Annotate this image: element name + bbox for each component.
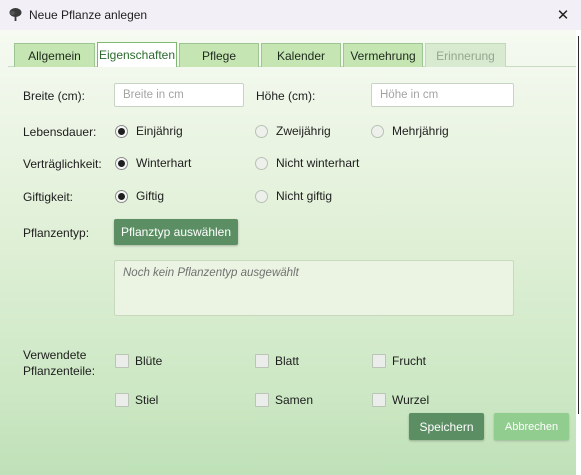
radio-mehrjaehrig[interactable]: Mehrjährig [371,124,449,138]
tab-bar: Allgemein Eigenschaften Pflege Kalender … [8,39,576,67]
tab-vermehrung[interactable]: Vermehrung [343,43,423,67]
checkbox-icon [372,393,386,407]
tab-label: Vermehrung [350,48,416,63]
tab-label: Allgemein [28,48,81,63]
radio-label: Winterhart [136,156,192,170]
checkbox-bluete[interactable]: Blüte [115,354,162,368]
tab-label: Eigenschaften [98,48,176,62]
radio-label: Giftig [136,189,165,203]
lifespan-label: Lebensdauer: [23,125,97,139]
tab-eigenschaften[interactable]: Eigenschaften [97,42,177,67]
dialog-content: Allgemein Eigenschaften Pflege Kalender … [0,30,576,475]
checkbox-frucht[interactable]: Frucht [372,354,426,368]
radio-empty-icon [255,124,268,138]
checkbox-label: Frucht [392,354,427,368]
title-bar: Neue Pflanze anlegen ✕ [0,0,581,30]
tab-pflege[interactable]: Pflege [179,43,259,67]
window-title: Neue Pflanze anlegen [29,8,148,22]
checkbox-label: Wurzel [392,393,430,407]
radio-selected-icon [115,156,128,170]
height-label: Höhe (cm): [256,89,316,103]
tab-label: Kalender [276,48,326,63]
radio-winterhart[interactable]: Winterhart [115,156,191,170]
window-edge-line [578,36,579,414]
close-button[interactable]: ✕ [545,0,581,30]
checkbox-label: Blüte [135,354,163,368]
radio-giftig[interactable]: Giftig [115,189,164,203]
checkbox-wurzel[interactable]: Wurzel [372,393,429,407]
radio-nicht-giftig[interactable]: Nicht giftig [255,189,332,203]
radio-einjaehrig[interactable]: Einjährig [115,124,183,138]
plant-type-empty-text: Noch kein Pflanzentyp ausgewählt [123,267,299,279]
save-button[interactable]: Speichern [409,413,484,440]
radio-label: Nicht giftig [276,189,333,203]
radio-selected-icon [115,124,128,138]
checkbox-label: Stiel [135,393,159,407]
width-label: Breite (cm): [23,89,86,103]
toxicity-label: Giftigkeit: [23,190,74,204]
radio-empty-icon [255,156,268,170]
plant-type-label: Pflanzentyp: [23,226,90,240]
radio-empty-icon [371,124,384,138]
radio-label: Einjährig [136,124,183,138]
button-label: Pflanztyp auswählen [120,225,232,239]
radio-selected-icon [115,189,128,203]
checkbox-icon [115,393,129,407]
checkbox-icon [115,354,129,368]
plant-parts-label-line2: Pflanzenteile: [23,364,96,378]
checkbox-icon [255,354,269,368]
tab-label: Erinnerung [436,48,495,63]
checkbox-label: Samen [275,393,314,407]
width-input[interactable] [114,83,244,107]
tab-label: Pflege [201,48,237,63]
cancel-button[interactable]: Abbrechen [494,413,569,440]
plant-parts-label-line1: Verwendete [23,348,87,362]
tab-allgemein[interactable]: Allgemein [14,43,95,67]
radio-label: Zweijährig [276,124,331,138]
button-label: Speichern [419,419,474,434]
height-input[interactable] [371,83,514,107]
radio-nicht-winterhart[interactable]: Nicht winterhart [255,156,359,170]
radio-label: Mehrjährig [392,124,449,138]
plant-type-display: Noch kein Pflanzentyp ausgewählt [114,260,514,316]
radio-label: Nicht winterhart [276,156,360,170]
tab-erinnerung: Erinnerung [425,43,506,67]
checkbox-icon [372,354,386,368]
button-label: Abbrechen [504,420,559,433]
close-icon: ✕ [556,7,570,24]
checkbox-samen[interactable]: Samen [255,393,313,407]
checkbox-label: Blatt [275,354,300,368]
checkbox-stiel[interactable]: Stiel [115,393,158,407]
tree-icon [9,8,22,21]
checkbox-blatt[interactable]: Blatt [255,354,299,368]
tab-kalender[interactable]: Kalender [261,43,341,67]
checkbox-icon [255,393,269,407]
radio-zweijaehrig[interactable]: Zweijährig [255,124,331,138]
radio-empty-icon [255,189,268,203]
select-plant-type-button[interactable]: Pflanztyp auswählen [114,219,238,245]
tolerance-label: Verträglichkeit: [23,157,102,171]
